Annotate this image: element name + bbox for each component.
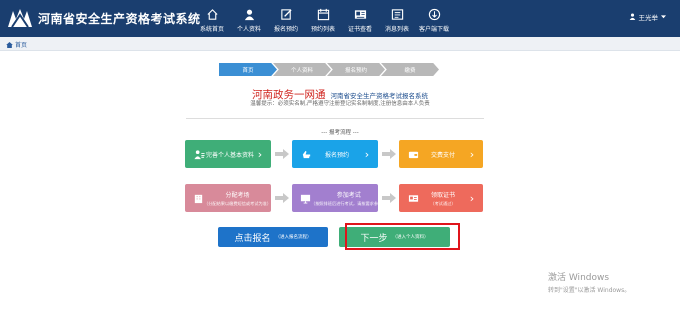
flow-card-title: 报名预约: [324, 151, 349, 159]
breadcrumb-home[interactable]: 首页: [6, 40, 27, 49]
calendar-icon: [316, 7, 330, 21]
flow-card-subtitle: （考试通过）: [430, 200, 456, 206]
chevron-right-icon: ›: [364, 147, 370, 161]
nav-certificates[interactable]: 证书查看: [342, 0, 378, 37]
flow-card-title: 领取证书: [430, 191, 455, 199]
signup-button-sub: （进入报名流程）: [275, 235, 312, 240]
user-name: 王光举: [638, 14, 659, 22]
top-nav-bar: 河南省安全生产资格考试系统 系统首页 个人资料 报名预约 预约列表 证书查看 消…: [0, 0, 680, 37]
flow-card-get-certificate[interactable]: 领取证书 （考试通过） ›: [399, 184, 483, 212]
nav-profile[interactable]: 个人资料: [231, 0, 267, 37]
main-nav: 系统首页 个人资料 报名预约 预约列表 证书查看 消息列表 客户端下载: [194, 0, 453, 37]
logo-icon: [8, 9, 32, 28]
chevron-right-icon: ›: [469, 191, 475, 205]
chevron-right-icon: ›: [469, 147, 475, 161]
divider: [186, 118, 484, 119]
user-avatar-icon: [629, 13, 636, 22]
user-icon: [242, 7, 256, 21]
flow-card-assign-room[interactable]: 分配考场 （分配结果以缴费短信或考试为准） ›: [185, 184, 275, 212]
step-payment: 缴费: [381, 63, 439, 76]
nav-home[interactable]: 系统首页: [194, 0, 230, 37]
warm-tip: 温馨提示：必须实名制,严格遵守注册登记实名制制度,注册信息由本人负责: [250, 101, 430, 107]
watermark-line2: 转到"设置"以激活 Windows。: [548, 287, 631, 294]
flow-card-subtitle: （按照排班后进行考试，请按要求参加）: [311, 200, 387, 206]
download-icon: [427, 7, 441, 21]
flow-card-complete-profile[interactable]: 完善个人基本资料 ›: [185, 140, 271, 168]
flow-card-signup[interactable]: 报名预约 ›: [292, 140, 378, 168]
step-progress: 首页 个人资料 报名预约 缴费: [219, 63, 439, 76]
watermark-line1: 激活 Windows: [548, 273, 610, 283]
flow-card-payment[interactable]: 交费支付 ›: [399, 140, 483, 168]
nav-reservations[interactable]: 预约列表: [305, 0, 341, 37]
nav-certificates-label: 证书查看: [347, 26, 372, 33]
arrow-right-icon: [382, 193, 396, 203]
arrow-right-icon: [382, 149, 396, 159]
certificate-card-icon: [407, 192, 419, 204]
user-card-icon: [193, 148, 205, 160]
step-profile: 个人资料: [273, 63, 331, 76]
chevron-right-icon: ›: [257, 147, 263, 161]
wallet-icon: [407, 148, 419, 160]
nav-profile-label: 个人资料: [236, 26, 261, 33]
highlight-box: [345, 223, 460, 250]
message-icon: [390, 7, 404, 21]
site-title: 河南省安全生产资格考试系统: [38, 12, 201, 26]
breadcrumb-home-label: 首页: [15, 42, 28, 49]
flow-title: --- 报考流程 ---: [321, 130, 359, 136]
flow-card-take-exam[interactable]: 参加考试 （按照排班后进行考试，请按要求参加） ›: [292, 184, 391, 212]
signup-button-label: 点击报名: [234, 233, 271, 244]
breadcrumb: 首页: [0, 37, 680, 51]
monitor-icon: [300, 192, 311, 204]
nav-signup[interactable]: 报名预约: [268, 0, 304, 37]
nav-reservations-label: 预约列表: [310, 26, 335, 33]
arrow-right-icon: [275, 193, 289, 203]
step-home: 首页: [219, 63, 277, 76]
home-icon: [205, 7, 219, 21]
hand-icon: [300, 148, 312, 160]
flow-card-title: 交费支付: [430, 151, 455, 159]
nav-download-label: 客户端下载: [418, 26, 449, 33]
nav-messages[interactable]: 消息列表: [379, 0, 415, 37]
flow-card-subtitle: （分配结果以缴费短信或考试为准）: [204, 200, 272, 206]
edit-icon: [279, 7, 293, 21]
nav-home-label: 系统首页: [199, 26, 224, 33]
nav-signup-label: 报名预约: [273, 26, 298, 33]
certificate-icon: [353, 7, 367, 21]
user-menu[interactable]: 王光举: [629, 12, 666, 22]
arrow-right-icon: [275, 149, 289, 159]
signup-button[interactable]: 点击报名 （进入报名流程）: [218, 227, 328, 247]
chevron-down-icon: [661, 13, 666, 21]
building-icon: [193, 192, 204, 204]
home-small-icon: [6, 41, 13, 48]
flow-card-title: 分配考场: [225, 191, 250, 199]
flow-card-title: 参加考试: [336, 191, 361, 199]
nav-messages-label: 消息列表: [384, 26, 409, 33]
step-signup: 报名预约: [327, 63, 385, 76]
flow-card-title: 完善个人基本资料: [205, 151, 254, 159]
nav-download[interactable]: 客户端下载: [416, 0, 452, 37]
